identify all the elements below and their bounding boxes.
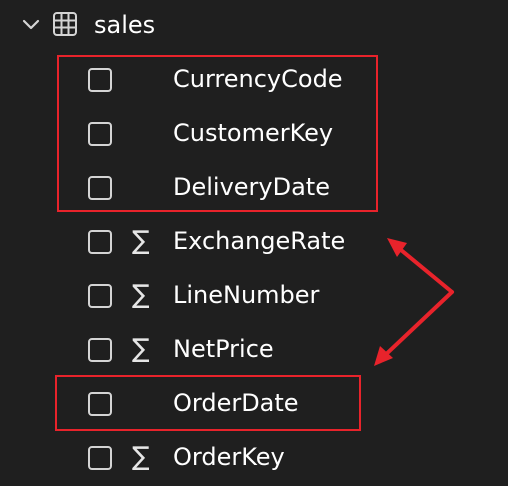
field-label[interactable]: OrderDate xyxy=(173,388,299,418)
field-checkbox[interactable] xyxy=(88,230,112,254)
field-row-orderdate[interactable]: OrderDate xyxy=(0,378,508,432)
field-label[interactable]: ExchangeRate xyxy=(173,226,345,256)
field-label[interactable]: DeliveryDate xyxy=(173,172,330,202)
field-label[interactable]: CustomerKey xyxy=(173,118,333,148)
field-list-panel: sales CurrencyCode CustomerKey DeliveryD… xyxy=(0,0,508,486)
field-checkbox[interactable] xyxy=(88,122,112,146)
field-checkbox[interactable] xyxy=(88,446,112,470)
field-label[interactable]: NetPrice xyxy=(173,334,274,364)
field-checkbox[interactable] xyxy=(88,176,112,200)
field-checkbox[interactable] xyxy=(88,338,112,362)
field-label[interactable]: LineNumber xyxy=(173,280,319,310)
sigma-icon: ∑ xyxy=(132,442,150,472)
field-label[interactable]: CurrencyCode xyxy=(173,64,343,94)
field-checkbox[interactable] xyxy=(88,284,112,308)
field-row-exchangerate[interactable]: ∑ ExchangeRate xyxy=(0,216,508,270)
field-checkbox[interactable] xyxy=(88,68,112,92)
field-label[interactable]: OrderKey xyxy=(173,442,285,472)
field-row-orderkey[interactable]: ∑ OrderKey xyxy=(0,432,508,486)
table-icon xyxy=(53,12,77,36)
table-name-label: sales xyxy=(94,11,156,39)
field-row-currencycode[interactable]: CurrencyCode xyxy=(0,54,508,108)
field-row-linenumber[interactable]: ∑ LineNumber xyxy=(0,270,508,324)
chevron-down-icon[interactable] xyxy=(20,14,42,36)
table-node-sales[interactable]: sales xyxy=(0,0,508,54)
field-row-deliverydate[interactable]: DeliveryDate xyxy=(0,162,508,216)
sigma-icon: ∑ xyxy=(132,226,150,256)
field-row-netprice[interactable]: ∑ NetPrice xyxy=(0,324,508,378)
sigma-icon: ∑ xyxy=(132,334,150,364)
sigma-icon: ∑ xyxy=(132,280,150,310)
field-row-customerkey[interactable]: CustomerKey xyxy=(0,108,508,162)
field-checkbox[interactable] xyxy=(88,392,112,416)
